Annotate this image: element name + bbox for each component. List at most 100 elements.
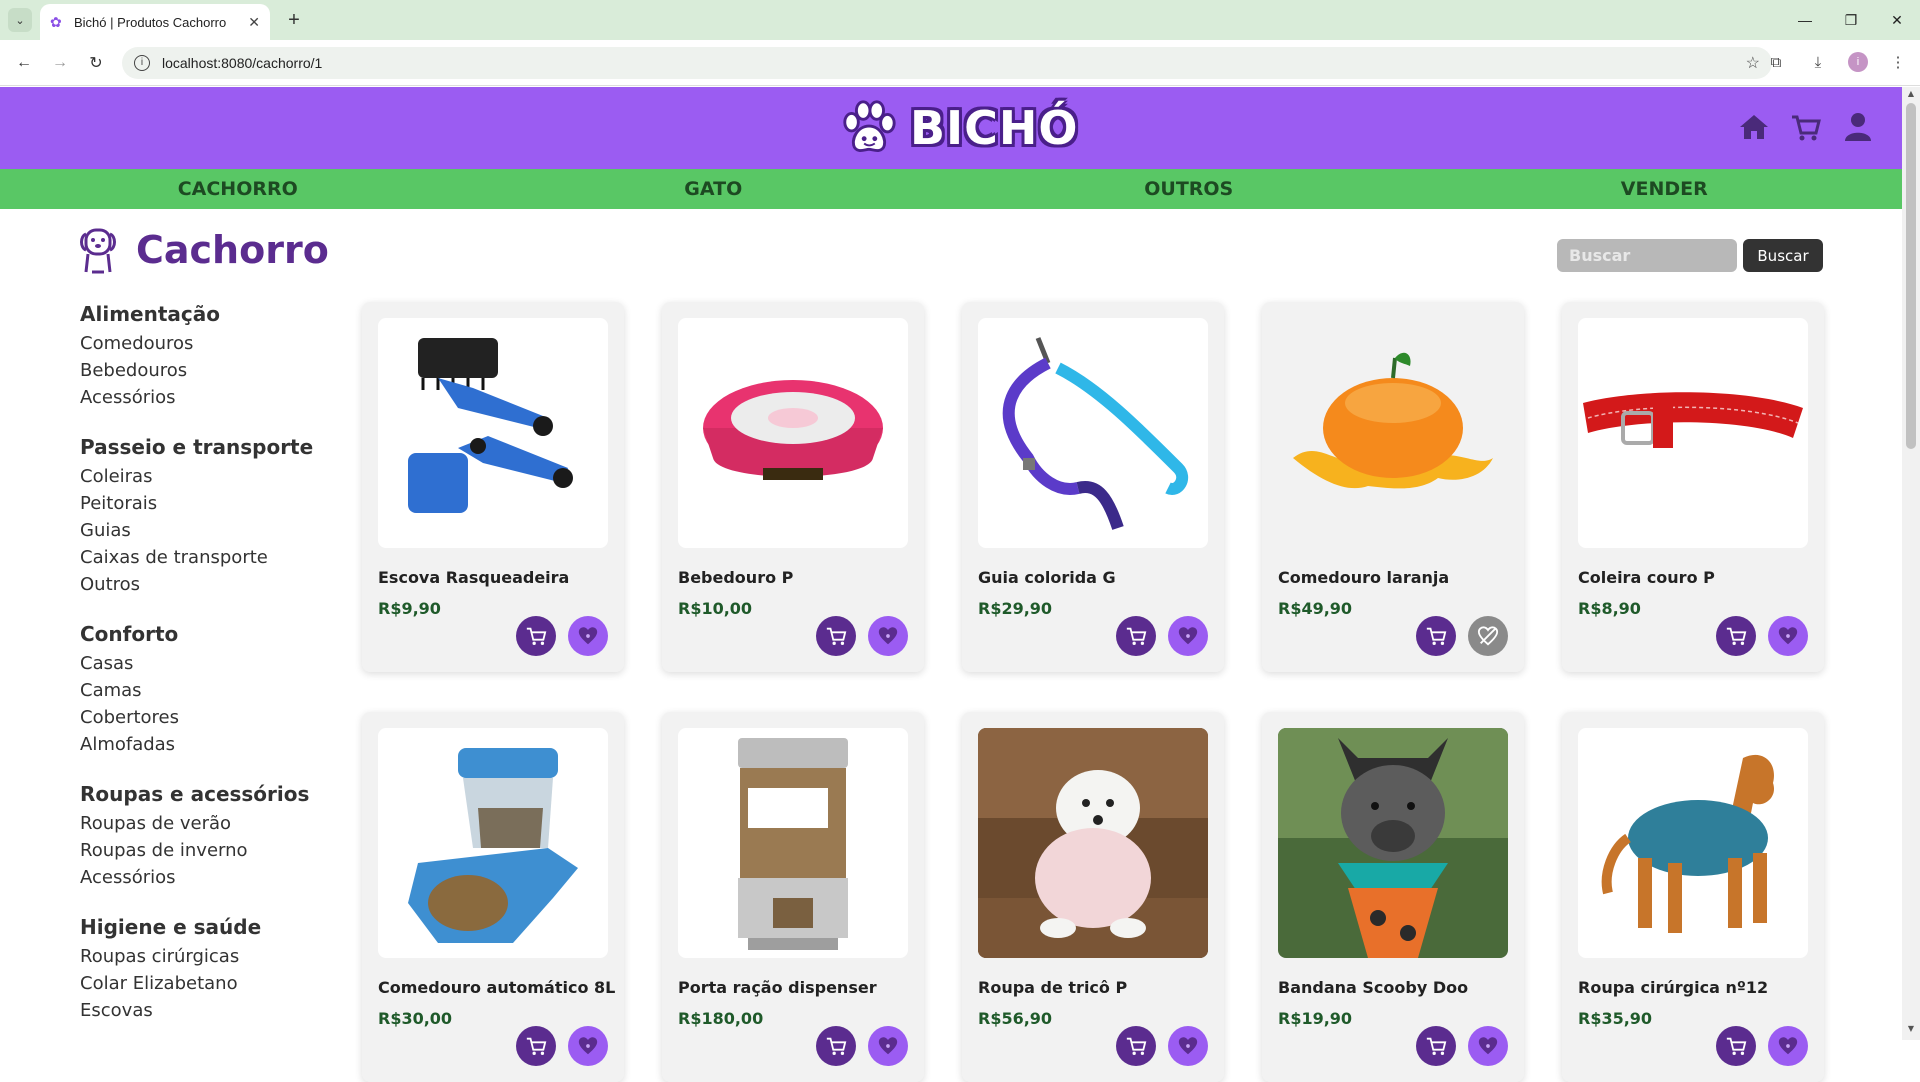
- close-tab-icon[interactable]: ✕: [248, 14, 260, 31]
- sidebar-item[interactable]: Casas: [80, 650, 340, 677]
- site-logo[interactable]: BICHÓ: [838, 95, 1079, 161]
- add-to-cart-button[interactable]: [516, 1026, 556, 1066]
- scrollbar-thumb[interactable]: [1906, 103, 1916, 449]
- user-icon[interactable]: [1842, 111, 1874, 143]
- add-to-cart-button[interactable]: [1416, 616, 1456, 656]
- sidebar-group-title[interactable]: Passeio e transporte: [80, 435, 340, 459]
- product-image-pink-bowl[interactable]: [678, 318, 908, 548]
- sidebar-item[interactable]: Almofadas: [80, 731, 340, 758]
- product-card[interactable]: Coleira couro P R$8,90: [1562, 302, 1824, 672]
- sidebar-item[interactable]: Colar Elizabetano: [80, 970, 340, 997]
- browser-tab[interactable]: ✿ Bichó | Produtos Cachorro ✕: [40, 4, 270, 40]
- favorite-button[interactable]: [1468, 1026, 1508, 1066]
- restore-icon[interactable]: ❐: [1828, 0, 1874, 40]
- tab-search-chevron-icon[interactable]: ⌄: [8, 8, 32, 32]
- sidebar-item[interactable]: Camas: [80, 677, 340, 704]
- new-tab-button[interactable]: +: [282, 8, 306, 32]
- favorite-button-disabled[interactable]: [1468, 616, 1508, 656]
- sidebar-item[interactable]: Escovas: [80, 997, 340, 1024]
- product-name[interactable]: Coleira couro P: [1578, 568, 1808, 587]
- extensions-icon[interactable]: ⧉: [1764, 49, 1788, 75]
- product-name[interactable]: Comedouro automático 8L: [378, 978, 615, 997]
- product-image-dispenser[interactable]: [678, 728, 908, 958]
- scroll-up-arrow-icon[interactable]: ▲: [1902, 89, 1920, 103]
- reload-icon[interactable]: ↻: [82, 49, 110, 77]
- product-image-orange-bowl[interactable]: [1278, 318, 1508, 548]
- page-scrollbar[interactable]: ▲ ▼: [1902, 87, 1920, 1040]
- sidebar-item[interactable]: Caixas de transporte: [80, 544, 340, 571]
- sidebar-item[interactable]: Coleiras: [80, 463, 340, 490]
- product-image-brush[interactable]: [378, 318, 608, 548]
- add-to-cart-button[interactable]: [1116, 616, 1156, 656]
- product-image-golden-suit[interactable]: [1578, 728, 1808, 958]
- nav-outros[interactable]: OUTROS: [951, 169, 1427, 209]
- favorite-button[interactable]: [868, 616, 908, 656]
- sidebar-item[interactable]: Peitorais: [80, 490, 340, 517]
- product-name[interactable]: Guia colorida G: [978, 568, 1208, 587]
- product-card[interactable]: Roupa cirúrgica nº12 R$35,90: [1562, 712, 1824, 1082]
- url-field[interactable]: i localhost:8080/cachorro/1 ☆: [122, 47, 1772, 79]
- product-card[interactable]: Porta ração dispenser R$180,00: [662, 712, 924, 1082]
- close-window-icon[interactable]: ✕: [1874, 0, 1920, 40]
- sidebar-item[interactable]: Bebedouros: [80, 357, 340, 384]
- sidebar-group-title[interactable]: Alimentação: [80, 302, 340, 326]
- search-button[interactable]: Buscar: [1743, 239, 1823, 272]
- product-card[interactable]: Guia colorida G R$29,90: [962, 302, 1224, 672]
- add-to-cart-button[interactable]: [1716, 1026, 1756, 1066]
- favorite-button[interactable]: [868, 1026, 908, 1066]
- product-name[interactable]: Roupa cirúrgica nº12: [1578, 978, 1808, 997]
- product-image-dog-bandana[interactable]: [1278, 728, 1508, 958]
- nav-gato[interactable]: GATO: [476, 169, 952, 209]
- favorite-button[interactable]: [568, 616, 608, 656]
- bookmark-star-icon[interactable]: ☆: [1746, 53, 1760, 73]
- product-card[interactable]: Escova Rasqueadeira R$9,90: [362, 302, 624, 672]
- product-name[interactable]: Porta ração dispenser: [678, 978, 908, 997]
- scroll-down-arrow-icon[interactable]: ▼: [1902, 1024, 1920, 1038]
- sidebar-item[interactable]: Comedouros: [80, 330, 340, 357]
- product-card[interactable]: Bebedouro P R$10,00: [662, 302, 924, 672]
- product-card[interactable]: Comedouro automático 8L R$30,00: [362, 712, 624, 1082]
- product-image-red-collar[interactable]: [1578, 318, 1808, 548]
- forward-icon[interactable]: →: [46, 49, 74, 77]
- sidebar-group-title[interactable]: Conforto: [80, 622, 340, 646]
- sidebar-item[interactable]: Cobertores: [80, 704, 340, 731]
- cart-icon[interactable]: [1790, 111, 1822, 143]
- favorite-button[interactable]: [568, 1026, 608, 1066]
- nav-vender[interactable]: VENDER: [1427, 169, 1903, 209]
- add-to-cart-button[interactable]: [516, 616, 556, 656]
- product-name[interactable]: Roupa de tricô P: [978, 978, 1208, 997]
- sidebar-item[interactable]: Roupas de verão: [80, 810, 340, 837]
- sidebar-item[interactable]: Acessórios: [80, 384, 340, 411]
- favorite-button[interactable]: [1168, 616, 1208, 656]
- product-image-leash[interactable]: [978, 318, 1208, 548]
- product-name[interactable]: Comedouro laranja: [1278, 568, 1508, 587]
- profile-avatar-icon[interactable]: i: [1848, 52, 1868, 72]
- product-name[interactable]: Bebedouro P: [678, 568, 908, 587]
- product-card[interactable]: Comedouro laranja R$49,90: [1262, 302, 1524, 672]
- sidebar-item[interactable]: Outros: [80, 571, 340, 598]
- product-name[interactable]: Escova Rasqueadeira: [378, 568, 608, 587]
- product-card[interactable]: Roupa de tricô P R$56,90: [962, 712, 1224, 1082]
- home-icon[interactable]: [1738, 111, 1770, 143]
- sidebar-item[interactable]: Roupas de inverno: [80, 837, 340, 864]
- sidebar-group-title[interactable]: Higiene e saúde: [80, 915, 340, 939]
- add-to-cart-button[interactable]: [816, 616, 856, 656]
- add-to-cart-button[interactable]: [1416, 1026, 1456, 1066]
- add-to-cart-button[interactable]: [816, 1026, 856, 1066]
- favorite-button[interactable]: [1168, 1026, 1208, 1066]
- search-input[interactable]: [1557, 239, 1737, 272]
- sidebar-item[interactable]: Roupas cirúrgicas: [80, 943, 340, 970]
- sidebar-group-title[interactable]: Roupas e acessórios: [80, 782, 340, 806]
- browser-menu-icon[interactable]: ⋮: [1886, 49, 1910, 75]
- add-to-cart-button[interactable]: [1116, 1026, 1156, 1066]
- minimize-icon[interactable]: —: [1782, 0, 1828, 40]
- download-icon[interactable]: ⤓: [1806, 49, 1830, 75]
- product-image-westie-sweater[interactable]: [978, 728, 1208, 958]
- sidebar-item[interactable]: Guias: [80, 517, 340, 544]
- back-icon[interactable]: ←: [10, 49, 38, 77]
- product-name[interactable]: Bandana Scooby Doo: [1278, 978, 1508, 997]
- site-info-icon[interactable]: i: [134, 55, 150, 71]
- nav-cachorro[interactable]: CACHORRO: [0, 169, 476, 209]
- favorite-button[interactable]: [1768, 1026, 1808, 1066]
- sidebar-item[interactable]: Acessórios: [80, 864, 340, 891]
